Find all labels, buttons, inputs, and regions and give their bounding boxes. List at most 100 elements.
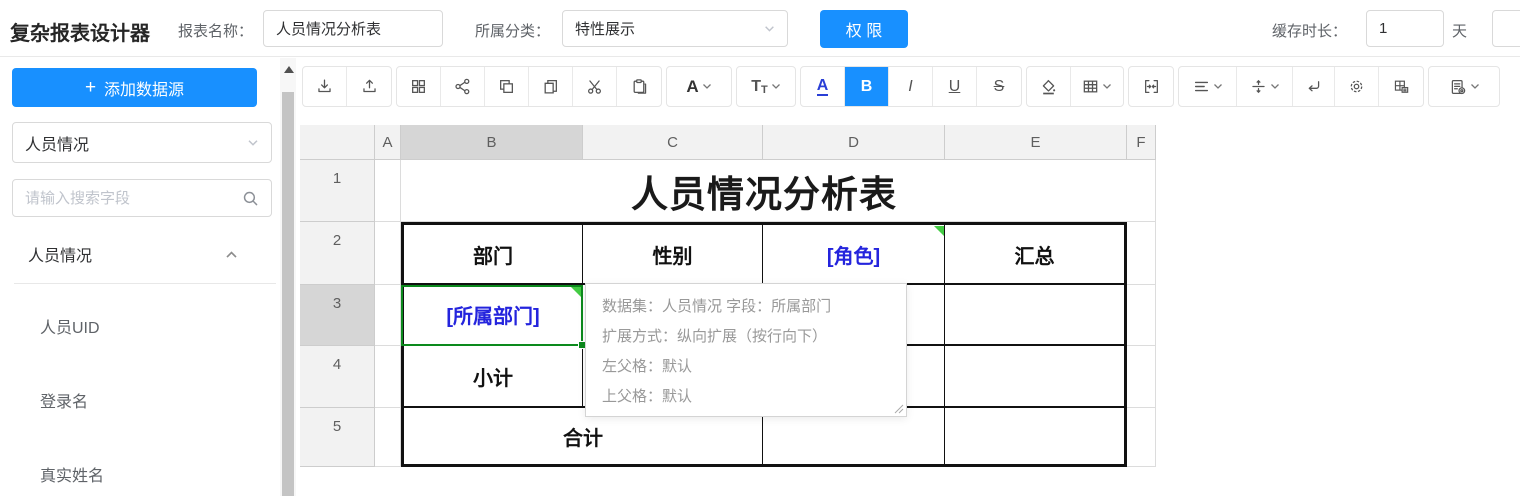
row-header-5[interactable]: 5 (300, 408, 375, 467)
font-size-button[interactable]: TT (737, 67, 795, 106)
top-bar: 复杂报表设计器 报表名称： 所属分类： 特性展示 权 限 缓存时长： 天 (0, 0, 1520, 57)
report-gear-icon (1449, 78, 1467, 96)
align-lines-icon (1193, 78, 1210, 95)
row-header-1[interactable]: 1 (300, 160, 375, 222)
font-color-button[interactable]: A (667, 67, 731, 106)
report-designer-app: { "topbar": { "app_title": "复杂报表设计器", "r… (0, 0, 1520, 496)
duplicate-icon (498, 78, 515, 95)
permission-button[interactable]: 权 限 (820, 10, 908, 48)
cell-b2[interactable]: 部门 (404, 225, 583, 285)
wrap-text-button[interactable] (1293, 67, 1335, 106)
scroll-up-arrow-icon[interactable] (284, 66, 294, 73)
cell-c2[interactable]: 性别 (583, 225, 763, 285)
expand-marker-icon (934, 226, 944, 236)
col-header-e[interactable]: E (945, 125, 1127, 160)
cell-a4[interactable] (375, 346, 401, 408)
report-name-label: 报表名称： (178, 20, 253, 41)
borders-button[interactable] (1071, 67, 1123, 106)
share-icon (454, 78, 471, 95)
corner-header[interactable] (300, 125, 375, 160)
cell-a5[interactable] (375, 408, 401, 467)
partial-button[interactable] (1492, 10, 1520, 47)
paint-bucket-icon (1040, 78, 1057, 95)
cell-b4[interactable]: 小计 (404, 346, 583, 408)
cell-e5[interactable] (945, 408, 1124, 464)
cut-button[interactable] (573, 67, 617, 106)
chevron-down-icon (247, 139, 259, 147)
horizontal-align-button[interactable] (1179, 67, 1237, 106)
report-title-cell[interactable]: 人员情况分析表 (401, 160, 1127, 222)
cell-a1[interactable] (375, 160, 401, 222)
chevron-down-icon (764, 25, 775, 33)
merge-cells-icon (1143, 78, 1160, 95)
expand-marker-icon (571, 287, 581, 297)
table-borders-icon (1082, 78, 1099, 95)
upload-button[interactable] (347, 67, 391, 106)
gear-icon (1348, 78, 1365, 95)
tooltip-line: 扩展方式：纵向扩展（按行向下） (602, 322, 890, 352)
strikethrough-button[interactable]: S (977, 67, 1021, 106)
row-header-3[interactable]: 3 (300, 285, 375, 346)
cell-d2-field[interactable]: [角色] (763, 225, 945, 285)
selected-cell-outline[interactable] (401, 285, 583, 346)
merge-cells-button[interactable] (1129, 67, 1173, 106)
paste-button[interactable] (617, 67, 661, 106)
field-item[interactable]: 登录名 (40, 388, 88, 412)
category-select[interactable]: 特性展示 (562, 10, 788, 47)
col-header-b[interactable]: B (401, 125, 583, 160)
dataset-section-title: 人员情况 (28, 242, 92, 266)
dataset-section-header[interactable]: 人员情况 (28, 242, 238, 266)
chevron-down-icon (1213, 83, 1223, 90)
report-settings-button[interactable] (1429, 67, 1499, 106)
cell-f3[interactable] (1127, 285, 1156, 346)
vertical-align-button[interactable] (1237, 67, 1293, 106)
cell-f5[interactable] (1127, 408, 1156, 467)
add-datasource-button[interactable]: + 添加数据源 (12, 68, 257, 107)
resize-handle-icon[interactable] (894, 404, 904, 414)
cache-duration-label: 缓存时长： (1272, 20, 1347, 41)
search-icon (242, 190, 259, 207)
cell-f1[interactable] (1127, 160, 1156, 222)
duplicate-button[interactable] (485, 67, 529, 106)
field-item[interactable]: 真实姓名 (40, 462, 104, 486)
category-value: 特性展示 (575, 18, 635, 39)
field-search-input[interactable] (25, 190, 242, 207)
cell-e3[interactable] (945, 285, 1124, 346)
copy-icon (542, 78, 559, 95)
italic-button[interactable]: I (889, 67, 933, 106)
col-header-f[interactable]: F (1127, 125, 1156, 160)
report-name-input[interactable] (263, 10, 443, 47)
row-header-2[interactable]: 2 (300, 222, 375, 285)
cell-e4[interactable] (945, 346, 1124, 408)
col-header-d[interactable]: D (763, 125, 945, 160)
fill-color-button[interactable] (1027, 67, 1071, 106)
components-button[interactable] (397, 67, 441, 106)
text-color-button[interactable]: A (801, 67, 845, 106)
field-item[interactable]: 人员UID (40, 314, 100, 338)
chevron-down-icon (771, 83, 781, 90)
cell-f4[interactable] (1127, 346, 1156, 408)
format-toolbar: A TT A B I U S (302, 66, 1500, 107)
cell-properties-button[interactable] (1379, 67, 1423, 106)
cell-a3[interactable] (375, 285, 401, 346)
download-button[interactable] (303, 67, 347, 106)
underline-button[interactable]: U (933, 67, 977, 106)
sidebar-scrollbar-thumb[interactable] (282, 92, 294, 496)
font-color-letter: A (686, 77, 698, 97)
cache-duration-input[interactable] (1366, 10, 1444, 47)
font-size-icon: TT (751, 78, 768, 96)
cell-e2[interactable]: 汇总 (945, 225, 1124, 285)
cell-a2[interactable] (375, 222, 401, 285)
chevron-down-icon (1470, 83, 1480, 90)
share-button[interactable] (441, 67, 485, 106)
row-header-4[interactable]: 4 (300, 346, 375, 408)
copy-button[interactable] (529, 67, 573, 106)
tooltip-line: 左父格：默认 (602, 352, 890, 382)
col-header-a[interactable]: A (375, 125, 401, 160)
plus-icon: + (85, 77, 96, 99)
bold-button[interactable]: B (845, 67, 889, 106)
settings-button[interactable] (1335, 67, 1379, 106)
dataset-select[interactable]: 人员情况 (12, 122, 272, 163)
cell-f2[interactable] (1127, 222, 1156, 285)
col-header-c[interactable]: C (583, 125, 763, 160)
